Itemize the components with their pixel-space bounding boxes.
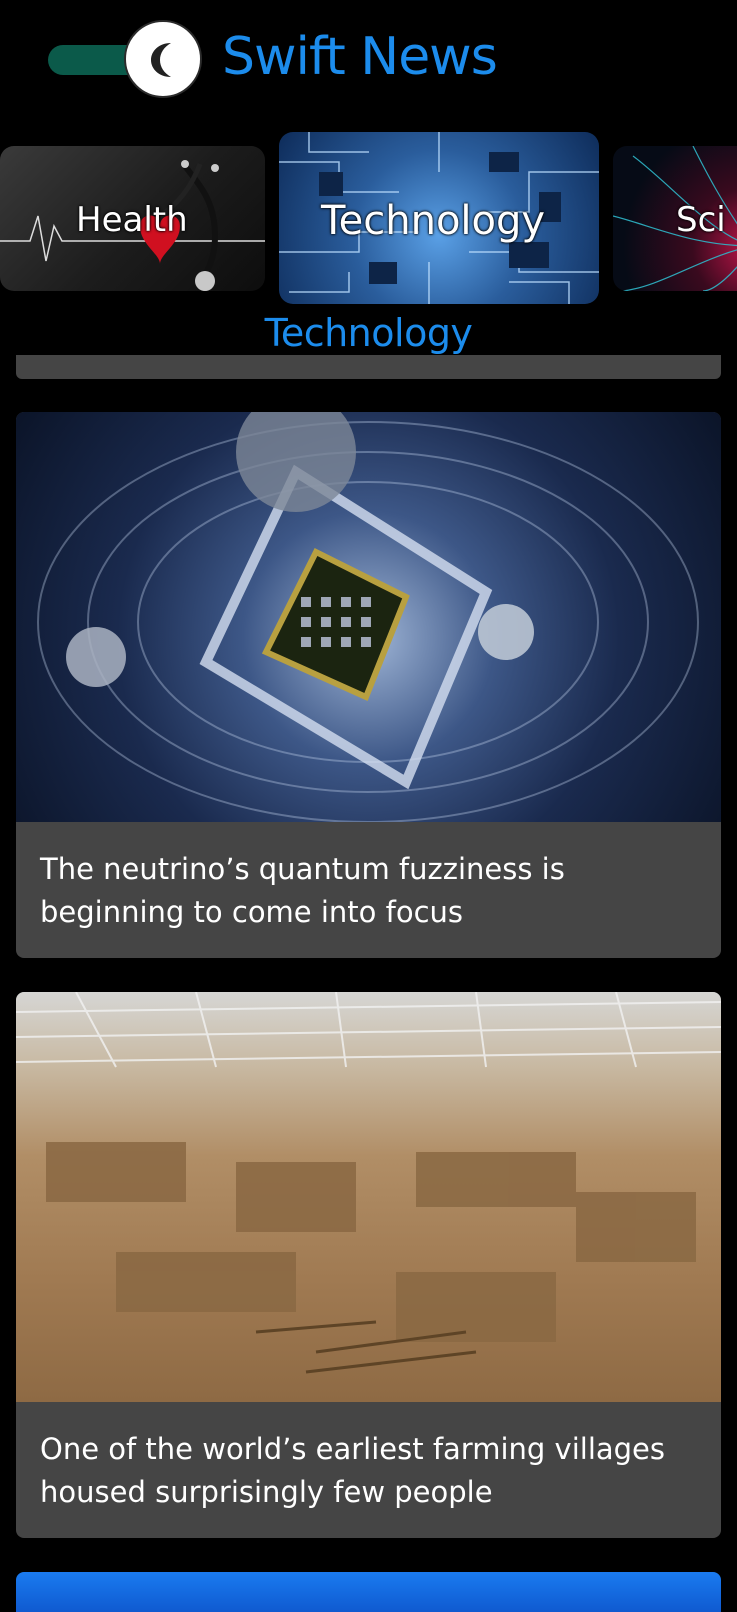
app-header: Swift News	[0, 0, 737, 120]
article-card-partial[interactable]	[16, 1572, 721, 1612]
excavation-site-image	[16, 992, 721, 1374]
article-headline[interactable]: One of the world’s earliest farming vill…	[40, 1428, 700, 1514]
moon-icon	[151, 43, 171, 77]
category-label: Health	[76, 200, 188, 240]
app-title: Swift News	[222, 27, 498, 87]
category-carousel[interactable]: Health Technology Sci	[0, 128, 737, 308]
theme-toggle[interactable]	[124, 20, 202, 98]
article-image[interactable]	[16, 992, 721, 1402]
category-card-science[interactable]: Sci	[613, 146, 737, 291]
category-card-health[interactable]: Health	[0, 146, 265, 291]
article-card[interactable]: The neutrino’s quantum fuzziness is begi…	[16, 412, 721, 958]
article-image[interactable]	[16, 412, 721, 823]
article-card[interactable]: One of the world’s earliest farming vill…	[16, 992, 721, 1538]
category-label: Technology	[321, 198, 546, 244]
category-label: Sci	[676, 200, 726, 240]
category-card-technology[interactable]: Technology	[279, 132, 599, 304]
section-title: Technology	[264, 311, 473, 355]
article-card-partial[interactable]	[16, 355, 721, 379]
article-headline[interactable]: The neutrino’s quantum fuzziness is begi…	[40, 848, 700, 934]
quantum-chip-image	[37, 412, 699, 823]
